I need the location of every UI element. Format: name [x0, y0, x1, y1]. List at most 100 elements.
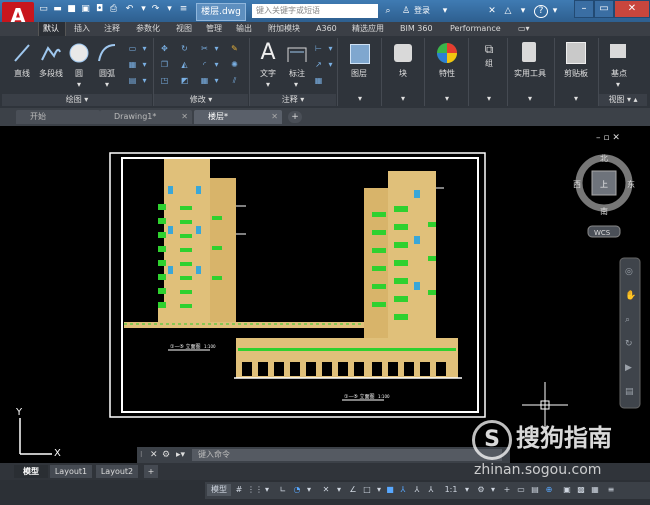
save-as-icon[interactable]: ▣: [80, 4, 91, 15]
polar-icon[interactable]: ◔: [291, 484, 303, 496]
layers-tool-label[interactable]: 图层: [344, 68, 374, 79]
explode-icon[interactable]: ✺: [230, 60, 239, 69]
offset-icon[interactable]: ⫽: [230, 76, 239, 85]
tab-featured-apps[interactable]: 精选应用: [348, 22, 390, 36]
text-dropdown-icon[interactable]: ▾: [262, 80, 274, 89]
fillet-icon[interactable]: ◜: [200, 60, 209, 69]
user-icon[interactable]: ♙: [400, 4, 412, 18]
open-icon[interactable]: ▬: [52, 4, 63, 15]
array-dropdown-icon[interactable]: ▾: [212, 76, 221, 85]
draw-panel-label[interactable]: 绘图 ▾: [2, 94, 152, 106]
clipboard-dropdown-icon[interactable]: ▾: [570, 94, 582, 103]
arc-tool-label[interactable]: 圆弧: [94, 68, 120, 79]
dimension-tool-label[interactable]: 标注: [284, 68, 310, 79]
model-space-button[interactable]: 模型: [207, 484, 231, 496]
command-input[interactable]: 键入命令: [192, 449, 502, 461]
search-icon[interactable]: ⌕: [382, 4, 394, 18]
polyline-icon[interactable]: [40, 42, 62, 64]
layers-dropdown-icon[interactable]: ▾: [354, 94, 366, 103]
file-tab-floors[interactable]: 楼层* ✕: [194, 110, 282, 124]
dimension-dropdown-icon[interactable]: ▾: [290, 80, 302, 89]
leader-icon[interactable]: ↗: [314, 60, 323, 69]
object-snap-dropdown-icon[interactable]: ▾: [375, 484, 383, 496]
layer-properties-icon[interactable]: [350, 44, 370, 64]
circle-icon[interactable]: [68, 42, 90, 64]
stretch-icon[interactable]: ◳: [160, 76, 169, 85]
move-icon[interactable]: ✥: [160, 44, 169, 53]
annotation-visibility-icon[interactable]: ⅄: [397, 484, 409, 496]
properties-dropdown-icon[interactable]: ▾: [441, 94, 453, 103]
isolate-objects-icon[interactable]: ▣: [561, 484, 573, 496]
block-tool-label[interactable]: 块: [390, 68, 416, 79]
clean-screen-icon[interactable]: ▦: [589, 484, 601, 496]
ribbon-options-icon[interactable]: ▭▾: [514, 22, 536, 36]
arc-icon[interactable]: [96, 42, 118, 64]
circle-dropdown-icon[interactable]: ▾: [72, 80, 86, 89]
polyline-tool-label[interactable]: 多段线: [34, 68, 68, 79]
minimize-button[interactable]: –: [574, 0, 594, 18]
cmd-settings-icon[interactable]: ⚙: [162, 449, 174, 461]
cmd-grip-icon[interactable]: ⁝: [140, 449, 150, 461]
text-icon[interactable]: A: [258, 40, 278, 66]
draw-more-dropdown-icon[interactable]: ▾: [140, 76, 149, 85]
properties-tool-label[interactable]: 特性: [432, 68, 462, 79]
tab-a360[interactable]: A360: [312, 22, 342, 36]
text-tool-label[interactable]: 文字: [254, 68, 282, 79]
tab-layout1[interactable]: Layout1: [50, 465, 92, 478]
base-view-icon[interactable]: [610, 44, 626, 58]
annotation-monitor-icon[interactable]: +: [501, 484, 513, 496]
tab-annotate[interactable]: 注释: [100, 22, 128, 36]
redo-dropdown-icon[interactable]: ▾: [164, 4, 175, 15]
tab-addins[interactable]: 附加模块: [264, 22, 306, 36]
exchange-icon[interactable]: ✕: [486, 4, 498, 18]
tab-model[interactable]: 模型: [14, 465, 48, 478]
table-icon[interactable]: ▦: [314, 76, 323, 85]
help-icon[interactable]: ?: [534, 5, 548, 18]
search-input[interactable]: 键入关键字或短语: [252, 4, 378, 18]
tab-insert[interactable]: 插入: [70, 22, 98, 36]
annotation-panel-label[interactable]: 注释 ▾: [250, 94, 336, 106]
utilities-icon[interactable]: [522, 42, 536, 62]
lineweight-icon[interactable]: ■: [385, 484, 395, 496]
dimension-icon[interactable]: [286, 44, 308, 64]
lock-ui-icon[interactable]: ⊕: [543, 484, 555, 496]
mirror-icon[interactable]: ◭: [180, 60, 189, 69]
annotation-scale-icon[interactable]: ⅄: [425, 484, 437, 496]
block-icon[interactable]: [394, 44, 412, 62]
circle-tool-label[interactable]: 圆: [68, 68, 90, 79]
units-icon[interactable]: ▭: [515, 484, 527, 496]
quick-properties-icon[interactable]: ▤: [529, 484, 541, 496]
print-icon[interactable]: ⎙: [108, 4, 119, 15]
a360-icon[interactable]: △: [502, 4, 514, 18]
line-icon[interactable]: [12, 42, 32, 64]
rotate-icon[interactable]: ↻: [180, 44, 189, 53]
annotation-scale-value[interactable]: 1:1: [441, 484, 461, 496]
properties-icon[interactable]: [436, 42, 458, 64]
base-view-dropdown-icon[interactable]: ▾: [612, 80, 624, 89]
customization-icon[interactable]: ≡: [605, 484, 617, 496]
tab-performance[interactable]: Performance: [446, 22, 508, 36]
add-layout-icon[interactable]: +: [144, 465, 158, 478]
polar-dropdown-icon[interactable]: ▾: [305, 484, 313, 496]
undo-dropdown-icon[interactable]: ▾: [138, 4, 149, 15]
workspace-icon[interactable]: ⚙: [475, 484, 487, 496]
snap-icon[interactable]: ⋮⋮: [247, 484, 263, 496]
hatch-icon[interactable]: ▦: [128, 60, 137, 69]
tab-parametric[interactable]: 参数化: [132, 22, 170, 36]
draw-more-icon[interactable]: ▤: [128, 76, 137, 85]
tab-bim360[interactable]: BIM 360: [396, 22, 442, 36]
rectangle-icon[interactable]: ▭: [128, 44, 137, 53]
grid-icon[interactable]: #: [233, 484, 245, 496]
base-view-tool-label[interactable]: 基点: [604, 68, 634, 79]
arc-dropdown-icon[interactable]: ▾: [100, 80, 114, 89]
new-tab-icon[interactable]: +: [288, 111, 302, 123]
utilities-tool-label[interactable]: 实用工具: [510, 68, 550, 79]
undo-icon[interactable]: ↶: [124, 4, 135, 15]
object-snap-tracking-icon[interactable]: ∠: [347, 484, 359, 496]
clipboard-tool-label[interactable]: 剪贴板: [558, 68, 594, 79]
saveas-cloud-icon[interactable]: ◘: [94, 4, 105, 15]
trim-icon[interactable]: ✂: [200, 44, 209, 53]
isodraft-dropdown-icon[interactable]: ▾: [335, 484, 343, 496]
scale-dropdown-icon[interactable]: ▾: [463, 484, 471, 496]
scale-icon[interactable]: ◩: [180, 76, 189, 85]
